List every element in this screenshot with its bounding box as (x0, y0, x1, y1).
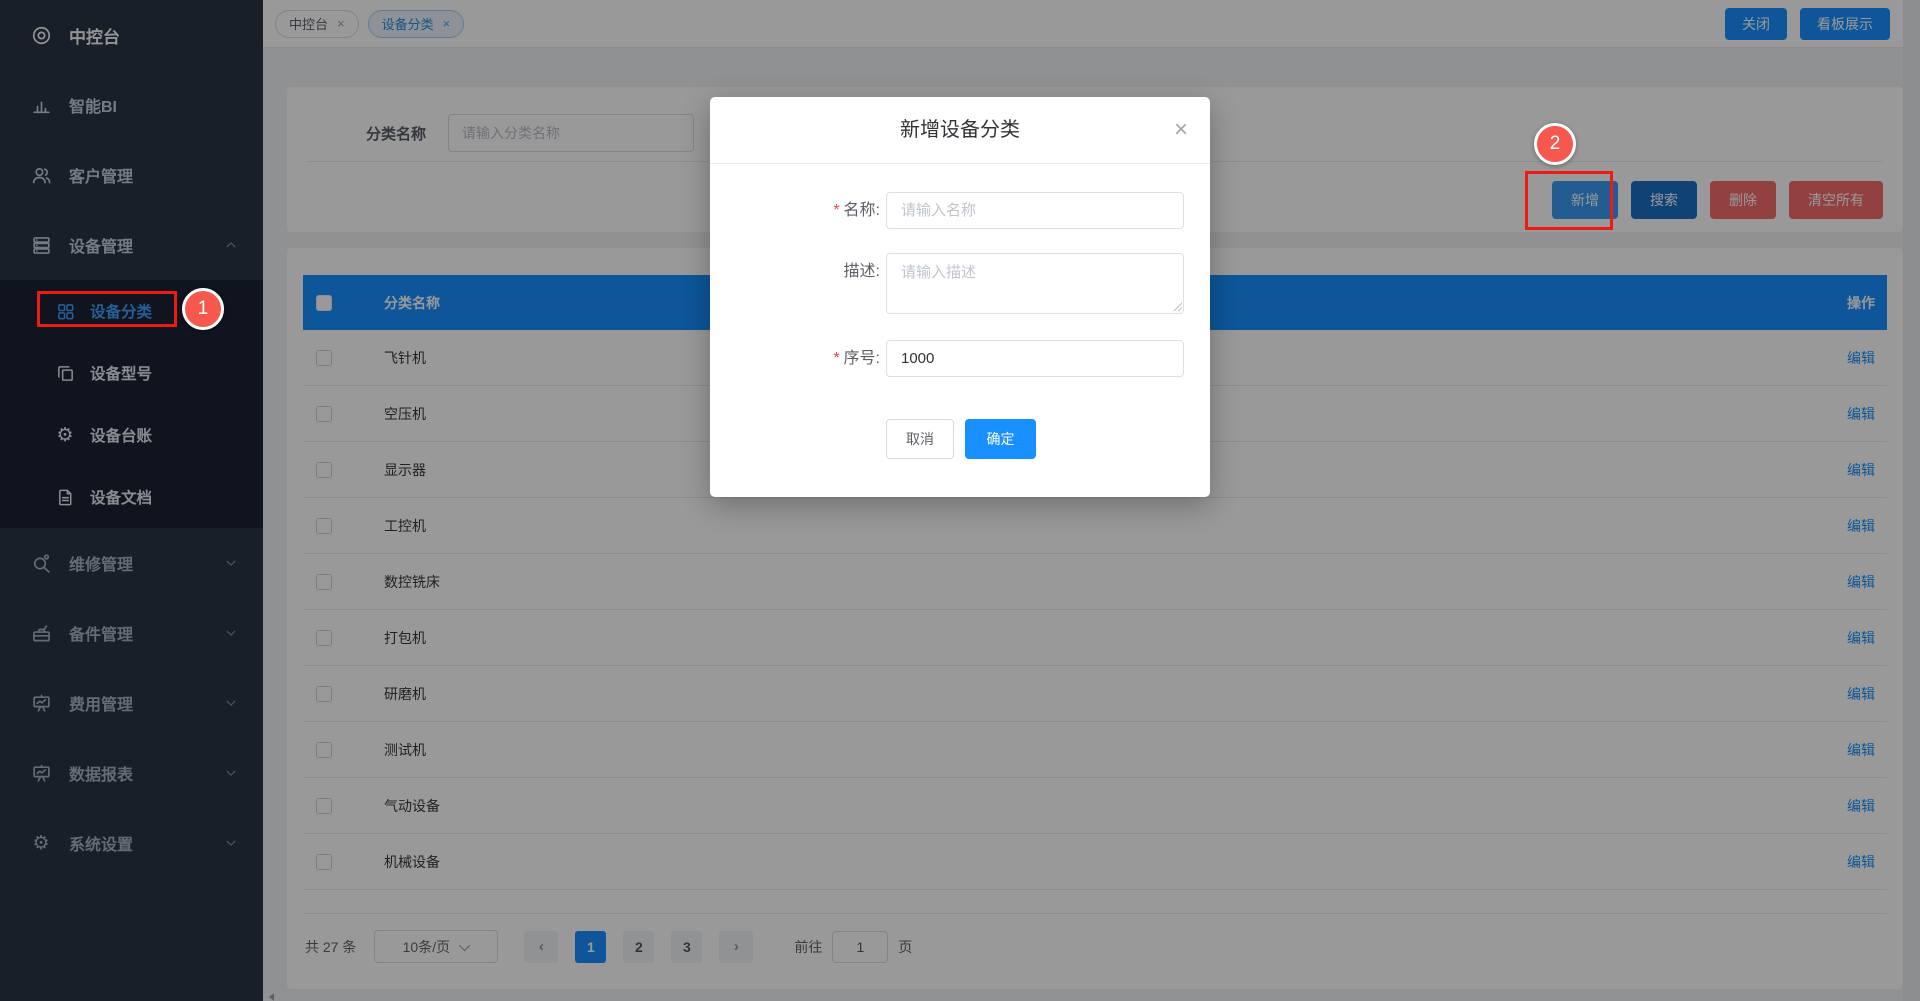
textarea-resize-handle[interactable] (1172, 301, 1182, 311)
name-input[interactable] (886, 192, 1184, 229)
required-asterisk: * (833, 202, 839, 219)
annotation-box-step2 (1525, 171, 1613, 230)
name-field-label: *名称: (710, 192, 880, 229)
annotation-badge-step1: 1 (182, 288, 224, 330)
annotation-badge-step2: 2 (1534, 123, 1576, 165)
confirm-button[interactable]: 确定 (965, 419, 1036, 459)
description-field-label: 描述: (710, 253, 880, 290)
description-textarea[interactable] (886, 253, 1184, 314)
sequence-field-label: *序号: (710, 340, 880, 377)
annotation-box-step1 (37, 291, 177, 327)
dialog-close-icon[interactable]: × (1174, 114, 1188, 145)
dialog-title: 新增设备分类 (710, 97, 1210, 163)
required-asterisk: * (833, 350, 839, 367)
cancel-button[interactable]: 取消 (886, 419, 954, 459)
sequence-input[interactable] (886, 340, 1184, 377)
add-category-dialog: 新增设备分类 × *名称: 描述: *序号: 取消 确定 (710, 97, 1210, 497)
